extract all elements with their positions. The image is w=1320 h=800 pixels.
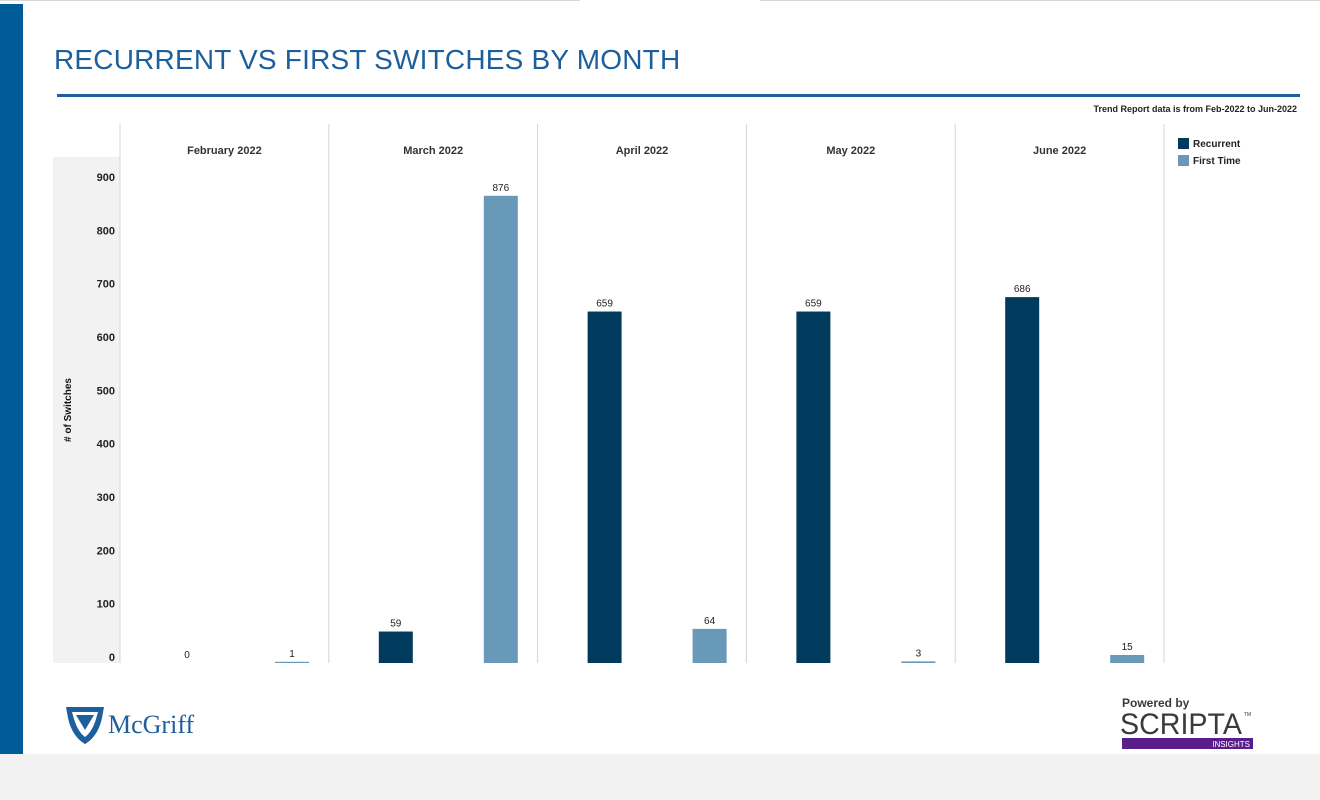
bar-marks <box>275 195 1145 664</box>
legend-label-first-time: First Time <box>1193 156 1241 167</box>
scripta-wordmark: SCRIPTA <box>1120 708 1242 741</box>
footer-band <box>0 754 1320 800</box>
month-label-march-2022: March 2022 <box>403 145 463 157</box>
y-tick-label: 600 <box>97 332 115 344</box>
mcgriff-logo-text: McGriff <box>108 710 195 739</box>
bar-first-time-april-2022 <box>692 628 727 663</box>
chart-legend: Recurrent First Time <box>1178 138 1241 167</box>
y-tick-label: 700 <box>97 279 115 291</box>
report-page: RECURRENT VS FIRST SWITCHES BY MONTH Tre… <box>0 0 1320 754</box>
bar-first-time-february-2022 <box>275 661 309 663</box>
y-tick-label: 900 <box>97 172 115 184</box>
value-label-recurrent-june-2022: 686 <box>1014 284 1031 295</box>
value-label-first-time-february-2022: 1 <box>289 649 295 660</box>
bar-first-time-march-2022 <box>483 195 518 664</box>
value-labels: 0 1 59 876 659 64 659 3 686 15 <box>184 183 1133 661</box>
value-label-recurrent-march-2022: 59 <box>390 619 402 630</box>
value-label-first-time-april-2022: 64 <box>704 616 716 627</box>
legend-label-recurrent: Recurrent <box>1193 139 1241 150</box>
value-label-first-time-may-2022: 3 <box>916 648 922 659</box>
bar-recurrent-june-2022 <box>1005 297 1040 663</box>
value-label-recurrent-april-2022: 659 <box>596 299 613 310</box>
y-tick-label: 400 <box>97 439 115 451</box>
bar-first-time-june-2022 <box>1110 655 1145 663</box>
shield-logo-icon <box>66 707 104 744</box>
legend-swatch-first-time <box>1178 155 1189 166</box>
y-axis-title: # of Switches <box>63 378 74 442</box>
value-label-first-time-june-2022: 15 <box>1122 642 1134 653</box>
scripta-logo: Powered by SCRIPTA TM INSIGHTS <box>1120 696 1253 749</box>
legend-swatch-recurrent <box>1178 138 1189 149</box>
value-label-recurrent-may-2022: 659 <box>805 299 822 310</box>
y-tick-label: 300 <box>97 492 115 504</box>
y-tick-label: 500 <box>97 385 115 397</box>
bar-recurrent-may-2022 <box>796 311 831 663</box>
switches-bar-chart: February 2022 March 2022 April 2022 May 202… <box>53 124 1241 664</box>
trademark-mark: TM <box>1244 712 1251 718</box>
bar-first-time-may-2022 <box>901 661 936 663</box>
value-label-first-time-march-2022: 876 <box>492 183 509 194</box>
insights-text: INSIGHTS <box>1212 740 1250 749</box>
month-headers: February 2022 March 2022 April 2022 May 202… <box>187 145 1086 157</box>
y-tick-label: 0 <box>109 652 115 664</box>
y-tick-label: 100 <box>97 599 115 611</box>
y-tick-label: 800 <box>97 225 115 237</box>
month-label-april-2022: April 2022 <box>616 145 669 157</box>
month-label-june-2022: June 2022 <box>1033 145 1086 157</box>
month-label-may-2022: May 2022 <box>826 145 875 157</box>
bar-recurrent-march-2022 <box>378 631 413 663</box>
bar-recurrent-april-2022 <box>587 311 622 663</box>
month-label-february-2022: February 2022 <box>187 145 262 157</box>
mcgriff-logo: McGriff <box>66 707 195 744</box>
value-label-recurrent-february-2022: 0 <box>184 650 190 661</box>
y-tick-label: 200 <box>97 545 115 557</box>
